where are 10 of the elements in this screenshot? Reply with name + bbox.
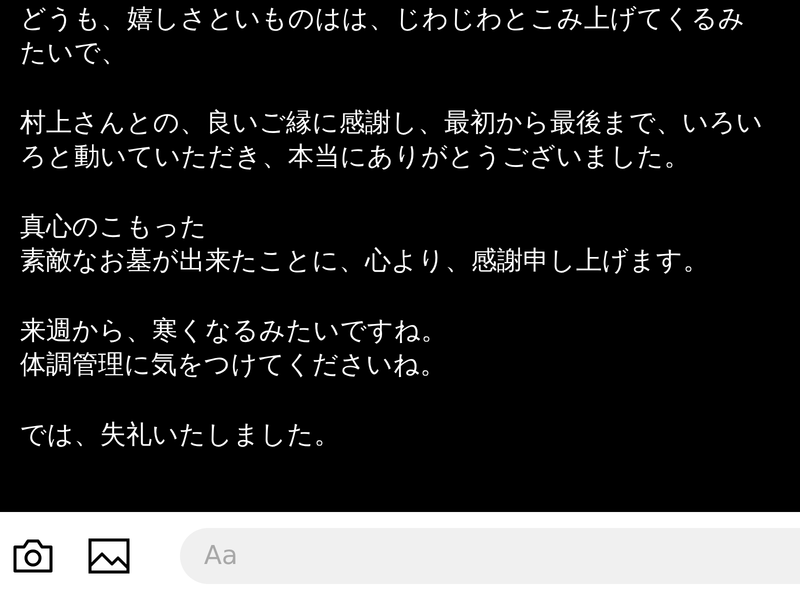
image-icon[interactable] (88, 538, 130, 574)
camera-icon[interactable] (12, 538, 54, 574)
message-text: 体調管理に気をつけてくださいね。 (20, 349, 447, 382)
message-input-field[interactable]: Aa (180, 528, 800, 584)
message-text: どうも、嬉しさといものはは、じわじわとこみ上げてくるみたいで、 (20, 3, 746, 70)
message-text: 村上さんとの、良いご縁に感謝し、最初から最後まで、いろいろと動いていただき、本当にありがとうございました。 (20, 107, 764, 174)
message-text: 真心のこもった (20, 211, 208, 244)
message-text: 来週から、寒くなるみたいですね。 (20, 315, 448, 348)
message-text: では、失礼いたしました。 (20, 419, 341, 452)
message-text: 素敵なお墓が出来たことに、心より、感謝申し上げます。 (20, 245, 710, 278)
